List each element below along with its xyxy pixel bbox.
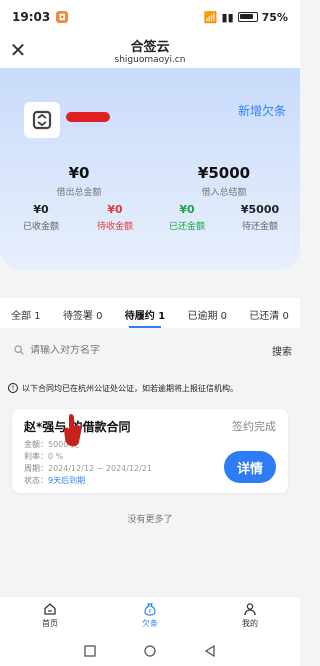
state-row: 状态：9天后到期: [24, 475, 85, 486]
contract-status: 签约完成: [232, 420, 276, 433]
repaid-label: 已还金额: [168, 222, 205, 232]
bottom-nav: 首页 ¥ 欠条 我的: [0, 596, 300, 636]
search-icon: [14, 345, 24, 355]
signal-icon: ▮▮: [221, 10, 234, 24]
home-button-icon[interactable]: [144, 645, 156, 657]
rate-label: 利率：: [24, 452, 48, 461]
app-logo-icon: [32, 110, 52, 130]
page-title: 合签云: [130, 40, 170, 55]
borrowed-total: ¥5000 借入总结额: [182, 164, 266, 198]
search-box: [8, 338, 256, 362]
recent-apps-icon[interactable]: [84, 645, 96, 657]
search-input[interactable]: [30, 344, 250, 356]
nav-profile[interactable]: 我的: [220, 597, 280, 636]
repaid-value: ¥0: [179, 203, 195, 216]
to-repay-label: 待还金额: [241, 222, 278, 232]
lent-total-value: ¥0: [68, 164, 90, 182]
notice: ! 以下合同均已在杭州公证处公证，如若逾期将上报征信机构。: [8, 376, 292, 400]
system-nav-bar: [0, 636, 300, 666]
tab-paid-off[interactable]: 已还清 0: [249, 298, 289, 328]
period-label: 周期：: [24, 464, 48, 473]
redacted-username: [66, 112, 110, 122]
filter-tabs: 全部 1 待签署 0 待履约 1 已逾期 0 已还清 0: [0, 298, 300, 328]
nav-debts[interactable]: ¥ 欠条: [120, 597, 180, 636]
detail-button[interactable]: 详情: [224, 451, 276, 483]
battery-icon: [237, 12, 258, 22]
rate-value: 0 %: [48, 452, 64, 461]
tab-all[interactable]: 全部 1: [11, 298, 41, 328]
info-icon: !: [8, 383, 18, 393]
to-receive-label: 待收金额: [96, 222, 133, 232]
to-repay-value: ¥5000: [240, 203, 280, 216]
avatar: [24, 102, 60, 138]
back-icon[interactable]: [204, 645, 216, 657]
add-debt-link[interactable]: 新增欠条: [238, 102, 286, 119]
money-bag-icon: ¥: [144, 603, 156, 616]
app-notification-icon: ◘: [56, 11, 69, 23]
received-label: 已收金额: [22, 222, 59, 232]
borrowed-total-value: ¥5000: [197, 164, 251, 182]
amount-label: 金额：: [24, 440, 48, 449]
svg-text:¥: ¥: [148, 609, 151, 615]
summary-panel: 新增欠条 ¥0 借出总金额 ¥5000 借入总结额 ¥0 已收金额 ¥0 待收金…: [0, 68, 300, 270]
tab-overdue[interactable]: 已逾期 0: [187, 298, 227, 328]
notice-text: 以下合同均已在杭州公证处公证，如若逾期将上报征信机构。: [22, 383, 238, 393]
close-icon[interactable]: ✕: [8, 40, 28, 60]
wifi-icon: 📶: [203, 10, 218, 24]
borrowed-total-label: 借入总结额: [201, 188, 247, 198]
battery-percent: 75%: [261, 10, 288, 24]
tab-pending-sign[interactable]: 待签署 0: [63, 298, 103, 328]
search-row: 搜索: [8, 338, 292, 362]
nav-home[interactable]: 首页: [20, 597, 80, 636]
received-amount: ¥0 已收金额: [14, 203, 68, 232]
period-value: 2024/12/12 ~ 2024/12/21: [48, 464, 153, 473]
nav-debts-label: 欠条: [142, 619, 158, 628]
status-icons: 📶 ▮▮ 75%: [204, 11, 288, 24]
period-row: 周期：2024/12/12 ~ 2024/12/21: [24, 463, 152, 474]
status-time: 19:03: [12, 10, 51, 24]
to-receive-amount: ¥0 待收金额: [88, 203, 142, 232]
to-receive-value: ¥0: [107, 203, 123, 216]
state-value: 9天后到期: [48, 476, 86, 485]
hand-cursor-icon: [64, 414, 82, 447]
no-more-text: 没有更多了: [127, 515, 173, 525]
nav-profile-label: 我的: [242, 619, 258, 628]
home-icon: [44, 603, 56, 615]
status-bar: 19:03 ◘ 📶 ▮▮ 75%: [0, 0, 300, 34]
nav-home-label: 首页: [42, 619, 58, 628]
repaid-amount: ¥0 已还金额: [160, 203, 214, 232]
user-icon: [244, 603, 256, 616]
lent-total: ¥0 借出总金额: [40, 164, 118, 198]
rate-row: 利率：0 %: [24, 451, 63, 462]
lent-total-label: 借出总金额: [56, 188, 102, 198]
state-label: 状态：: [24, 476, 48, 485]
tab-pending-fulfill[interactable]: 待履约 1: [125, 298, 165, 328]
to-repay-amount: ¥5000 待还金额: [230, 203, 290, 232]
search-button[interactable]: 搜索: [272, 343, 292, 358]
title-bar: ✕ 合签云 shiguomaoyi.cn: [0, 34, 300, 68]
page-domain: shiguomaoyi.cn: [114, 55, 186, 65]
received-value: ¥0: [33, 203, 49, 216]
contract-card[interactable]: 赵*强与 的借款合同 签约完成 金额：5000 元 利率：0 % 周期：2024…: [12, 409, 288, 493]
